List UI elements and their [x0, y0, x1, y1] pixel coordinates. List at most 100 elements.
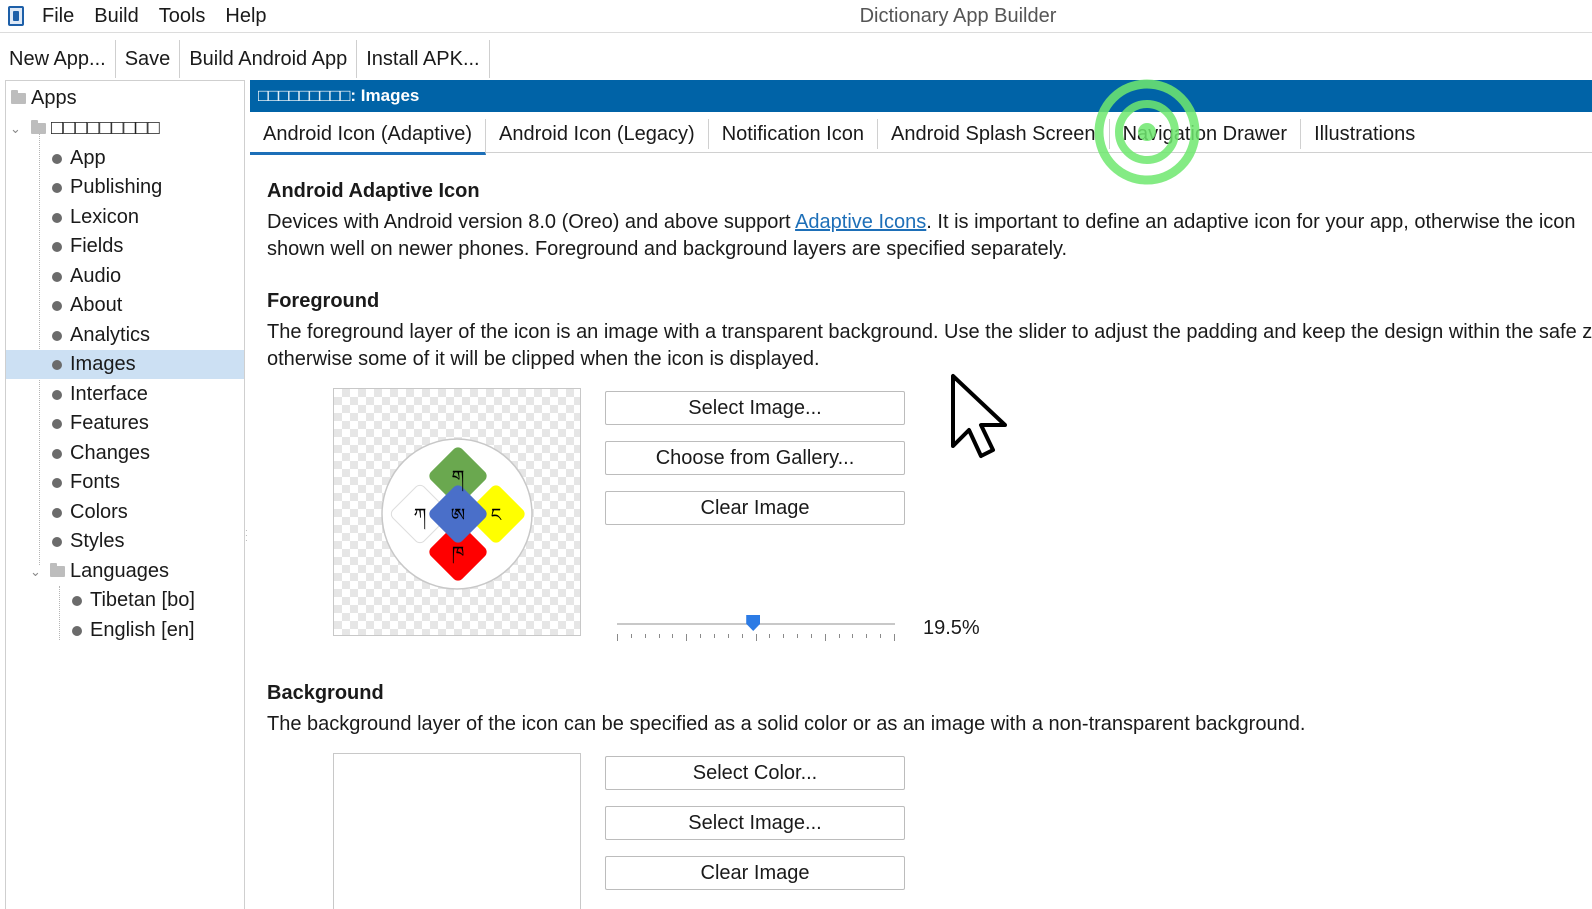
new-app-button[interactable]: New App... [0, 40, 116, 78]
folder-icon [31, 120, 46, 134]
tree-item-label: Audio [70, 265, 122, 287]
tree-item-features[interactable]: Features [6, 409, 244, 438]
tree-item-fonts[interactable]: Fonts [6, 468, 244, 497]
bullet-icon [52, 390, 62, 400]
folder-icon [50, 563, 65, 577]
slider-tick [741, 634, 743, 638]
slider-tick [769, 634, 771, 638]
select-background-image-button[interactable]: Select Image... [605, 806, 905, 840]
tree-item-label: Fonts [70, 471, 121, 493]
menu-tools[interactable]: Tools [149, 0, 216, 33]
tab-illustrations[interactable]: Illustrations [1301, 119, 1428, 149]
slider-tick [700, 634, 702, 638]
bullet-icon [52, 537, 62, 547]
tree-item-styles[interactable]: Styles [6, 527, 244, 556]
chevron-down-icon[interactable]: ⌄ [10, 114, 21, 143]
tree-item-languages[interactable]: ⌄ Languages [6, 557, 244, 586]
tab-bar: Android Icon (Adaptive) Android Icon (Le… [250, 117, 1592, 155]
target-center-dot [1138, 123, 1156, 141]
splitter-handle[interactable]: · · · [245, 527, 249, 545]
slider-tick [797, 634, 799, 638]
tree-item-analytics[interactable]: Analytics [6, 321, 244, 350]
tree-item-about[interactable]: About [6, 291, 244, 320]
tree-item-label: Interface [70, 383, 148, 405]
tree-item-label: Analytics [70, 324, 151, 346]
app-icon [8, 6, 24, 26]
tree-item-publishing[interactable]: Publishing [6, 173, 244, 202]
bullet-icon [52, 183, 62, 193]
tab-android-icon-legacy[interactable]: Android Icon (Legacy) [486, 119, 709, 149]
description-text: The foreground layer of the icon is an i… [267, 321, 1592, 343]
build-android-app-button[interactable]: Build Android App [180, 40, 358, 78]
menu-file[interactable]: File [32, 0, 84, 33]
tree-item-language-english[interactable]: English [en] [6, 616, 244, 645]
description-text: . It is important to define an adaptive … [926, 211, 1576, 233]
icon-glyph-center: ཨ [451, 505, 465, 526]
bullet-icon [72, 596, 82, 606]
bullet-icon [52, 301, 62, 311]
adaptive-icon-heading: Android Adaptive Icon [267, 180, 480, 202]
slider-tick [658, 634, 660, 638]
tree-item-label: App [70, 147, 106, 169]
tree-item-images[interactable]: Images [6, 350, 244, 379]
slider-tick [783, 634, 785, 638]
tree-item-label: About [70, 294, 123, 316]
padding-slider[interactable] [617, 612, 895, 642]
slider-tick [880, 634, 882, 638]
tab-android-splash-screen[interactable]: Android Splash Screen [878, 119, 1110, 149]
tree-item-apps[interactable]: Apps [6, 84, 244, 113]
slider-tick [755, 634, 757, 641]
foreground-preview: ག ཀ ང ཁ ཨ [333, 388, 581, 636]
tree-item-changes[interactable]: Changes [6, 439, 244, 468]
slider-tick [617, 634, 618, 641]
bullet-icon [52, 478, 62, 488]
tree-item-label: Changes [70, 442, 151, 464]
tree-item-label: Publishing [70, 176, 163, 198]
tree-item-label: Apps [31, 87, 77, 109]
slider-tick [824, 634, 826, 641]
tree-item-language-tibetan[interactable]: Tibetan [bo] [6, 586, 244, 615]
background-heading: Background [267, 682, 384, 704]
menu-help[interactable]: Help [215, 0, 276, 33]
adaptive-icons-link[interactable]: Adaptive Icons [795, 211, 926, 233]
tree-item-label: □□□□□□□□□ [51, 117, 160, 139]
page-title: □□□□□□□□□: Images [250, 80, 1592, 112]
tab-notification-icon[interactable]: Notification Icon [709, 119, 878, 149]
foreground-description: The foreground layer of the icon is an i… [267, 319, 1592, 373]
app-icon-preview: ག ཀ ང ཁ ཨ [381, 438, 533, 590]
save-button[interactable]: Save [116, 40, 181, 78]
slider-tick [672, 634, 674, 638]
clear-background-image-button[interactable]: Clear Image [605, 856, 905, 890]
bullet-icon [52, 272, 62, 282]
tree-item-app[interactable]: App [6, 144, 244, 173]
icon-glyph-bottom: ཁ [452, 543, 465, 564]
foreground-heading: Foreground [267, 290, 380, 312]
install-apk-button[interactable]: Install APK... [357, 40, 490, 78]
choose-from-gallery-button[interactable]: Choose from Gallery... [605, 441, 905, 475]
slider-tick [727, 634, 729, 638]
folder-icon [11, 90, 26, 104]
tree-item-lexicon[interactable]: Lexicon [6, 203, 244, 232]
tree-item-interface[interactable]: Interface [6, 380, 244, 409]
tree-item-label: Styles [70, 530, 125, 552]
menu-build[interactable]: Build [84, 0, 148, 33]
tree-item-app-root[interactable]: ⌄ □□□□□□□□□ [6, 114, 244, 143]
bullet-icon [52, 419, 62, 429]
slider-tick [838, 634, 840, 638]
select-color-button[interactable]: Select Color... [605, 756, 905, 790]
slider-tick [866, 634, 868, 638]
slider-thumb[interactable] [746, 615, 761, 631]
slider-tick [810, 634, 812, 638]
slider-tick [852, 634, 854, 638]
tree-item-fields[interactable]: Fields [6, 232, 244, 261]
chevron-down-icon[interactable]: ⌄ [30, 557, 41, 586]
content-panel: □□□□□□□□□: Images Android Icon (Adaptive… [250, 80, 1592, 909]
slider-tick [713, 634, 715, 638]
tab-android-icon-adaptive[interactable]: Android Icon (Adaptive) [250, 119, 487, 155]
tree-item-audio[interactable]: Audio [6, 262, 244, 291]
select-image-button[interactable]: Select Image... [605, 391, 905, 425]
adaptive-icon-description: Devices with Android version 8.0 (Oreo) … [267, 209, 1592, 263]
tree-item-colors[interactable]: Colors [6, 498, 244, 527]
slider-tick [686, 634, 688, 641]
clear-image-button[interactable]: Clear Image [605, 491, 905, 525]
